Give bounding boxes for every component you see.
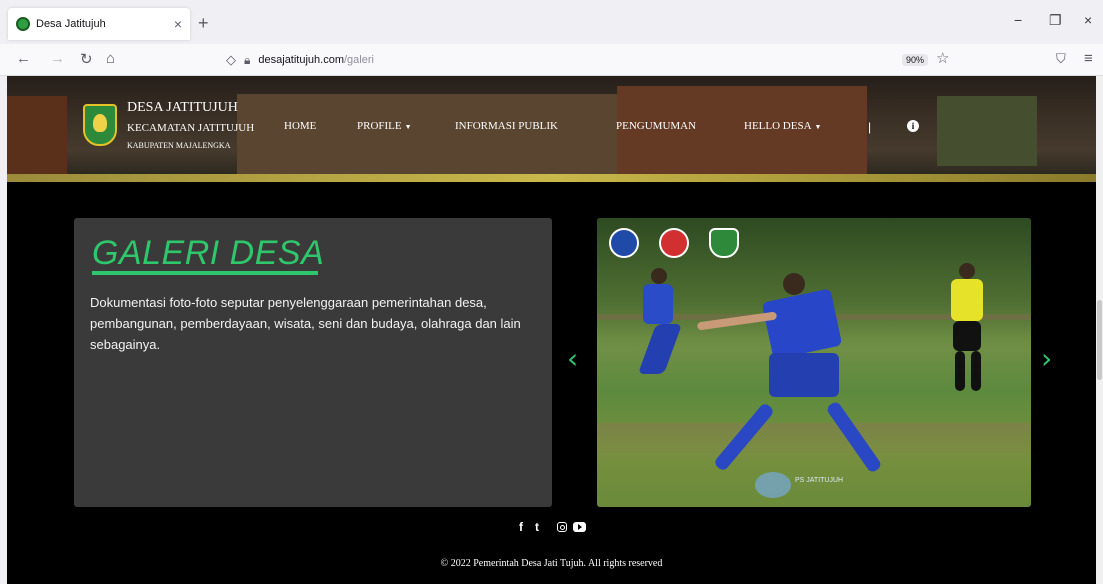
brand-district-name: KECAMATAN JATITUJUH [127,122,255,134]
info-icon[interactable]: i [907,120,919,132]
close-window-icon[interactable]: × [1084,12,1092,28]
nav-pengumuman[interactable]: PENGUMUMAN [616,120,696,132]
copyright-text: © 2022 Pemerintah Desa Jati Tujuh. All r… [440,558,663,569]
nav-separator: | [868,120,872,134]
menu-icon[interactable]: ≡ [1084,50,1093,67]
page-title: GALERI DESA [92,234,325,272]
nav-informasi-label: INFORMASI PUBLIK [455,120,558,132]
url-bar[interactable]: ◇ 🔒︎ desajatitujuh.com/galeri [220,48,960,72]
reload-icon[interactable]: ↻ [80,50,93,68]
youtube-icon[interactable] [573,522,586,532]
scrollbar-thumb[interactable] [1097,300,1102,380]
nav-informasi-publik[interactable]: INFORMASI PUBLIK [455,120,558,132]
bookmark-star-icon[interactable]: ☆ [936,49,949,67]
nav-home[interactable]: HOME [284,120,316,132]
village-logo-icon[interactable] [83,104,117,146]
new-tab-button[interactable]: + [198,13,209,34]
emblem-logo-2 [659,228,689,258]
close-tab-icon[interactable]: × [174,16,182,32]
url-host: desajatitujuh.com [258,54,344,66]
photo-watermark-text: PS JATITUJUH [795,477,844,484]
nav-profile[interactable]: PROFILE ▼ [357,120,412,132]
site-favicon-icon [16,17,30,31]
restore-icon[interactable]: ❐ [1049,12,1062,29]
pocket-icon[interactable]: ⛉ [1056,51,1066,67]
tab-title: Desa Jatitujuh [36,18,106,30]
nav-hello-desa[interactable]: HELLO DESA ▼ [744,120,821,132]
banner-ground [7,174,1096,182]
instagram-icon[interactable] [557,522,567,532]
minimize-icon[interactable]: − [1014,12,1022,28]
carousel-photo[interactable]: PS JATITUJUH [597,218,1031,507]
title-underline [92,271,318,275]
header-banner: DESA JATITUJUH KECAMATAN JATITUJUH KABUP… [7,76,1096,182]
url-path: /galeri [344,54,374,66]
twitter-icon[interactable]: t [535,520,539,534]
zoom-level-button[interactable]: 90% [902,54,929,66]
carousel-prev-button[interactable]: ‹ [567,342,578,375]
nav-hello-label: HELLO DESA [744,120,812,132]
gallery-intro-card: GALERI DESA Dokumentasi foto-foto seputa… [74,218,552,507]
nav-home-label: HOME [284,120,317,132]
nav-profile-label: PROFILE [357,120,402,132]
browser-nav-bar: ← → ↻ ⌂ ◇ 🔒︎ desajatitujuh.com/galeri 90… [0,44,1103,76]
tracking-shield-icon[interactable]: ◇ [226,52,236,68]
brand-regency-name: KABUPATEN MAJALENGKA [127,141,231,150]
chevron-down-icon: ▼ [404,123,412,131]
lock-icon[interactable]: 🔒︎ [244,53,250,68]
nav-pengumuman-label: PENGUMUMAN [616,120,697,132]
back-icon[interactable]: ← [16,50,31,67]
web-page: DESA JATITUJUH KECAMATAN JATITUJUH KABUP… [7,76,1096,584]
emblem-logo-3 [709,228,739,258]
forward-icon[interactable]: → [50,50,65,67]
home-icon[interactable]: ⌂ [106,50,115,67]
photo-field [597,423,1031,463]
carousel-next-button[interactable]: › [1041,342,1052,375]
emblem-logo-1 [609,228,639,258]
facebook-icon[interactable]: f [519,520,523,534]
browser-tab[interactable]: Desa Jatitujuh × [8,8,190,40]
browser-tab-bar: Desa Jatitujuh × + − ❐ × [0,0,1103,44]
brand-village-name[interactable]: DESA JATITUJUH [127,100,238,116]
chevron-down-icon: ▼ [814,123,822,131]
club-watermark-icon [755,472,791,498]
gallery-description: Dokumentasi foto-foto seputar penyelengg… [90,295,521,352]
